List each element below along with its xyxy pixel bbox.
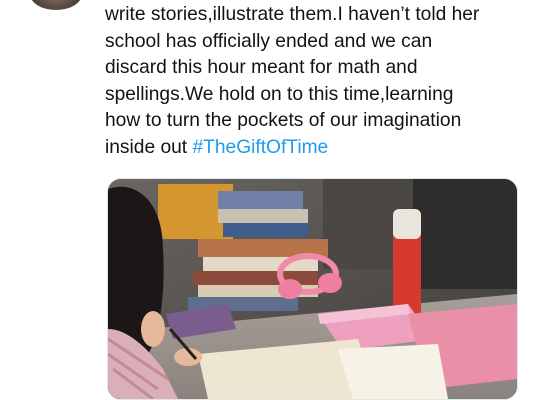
author-avatar[interactable]	[30, 0, 82, 10]
tweet-body: write stories,illustrate them.I haven’t …	[105, 4, 480, 158]
hashtag-link[interactable]: #TheGiftOfTime	[192, 137, 328, 158]
tweet-media-photo[interactable]	[107, 178, 518, 400]
photo-illustration	[108, 179, 517, 399]
tweet-text: write stories,illustrate them.I haven’t …	[105, 2, 530, 161]
